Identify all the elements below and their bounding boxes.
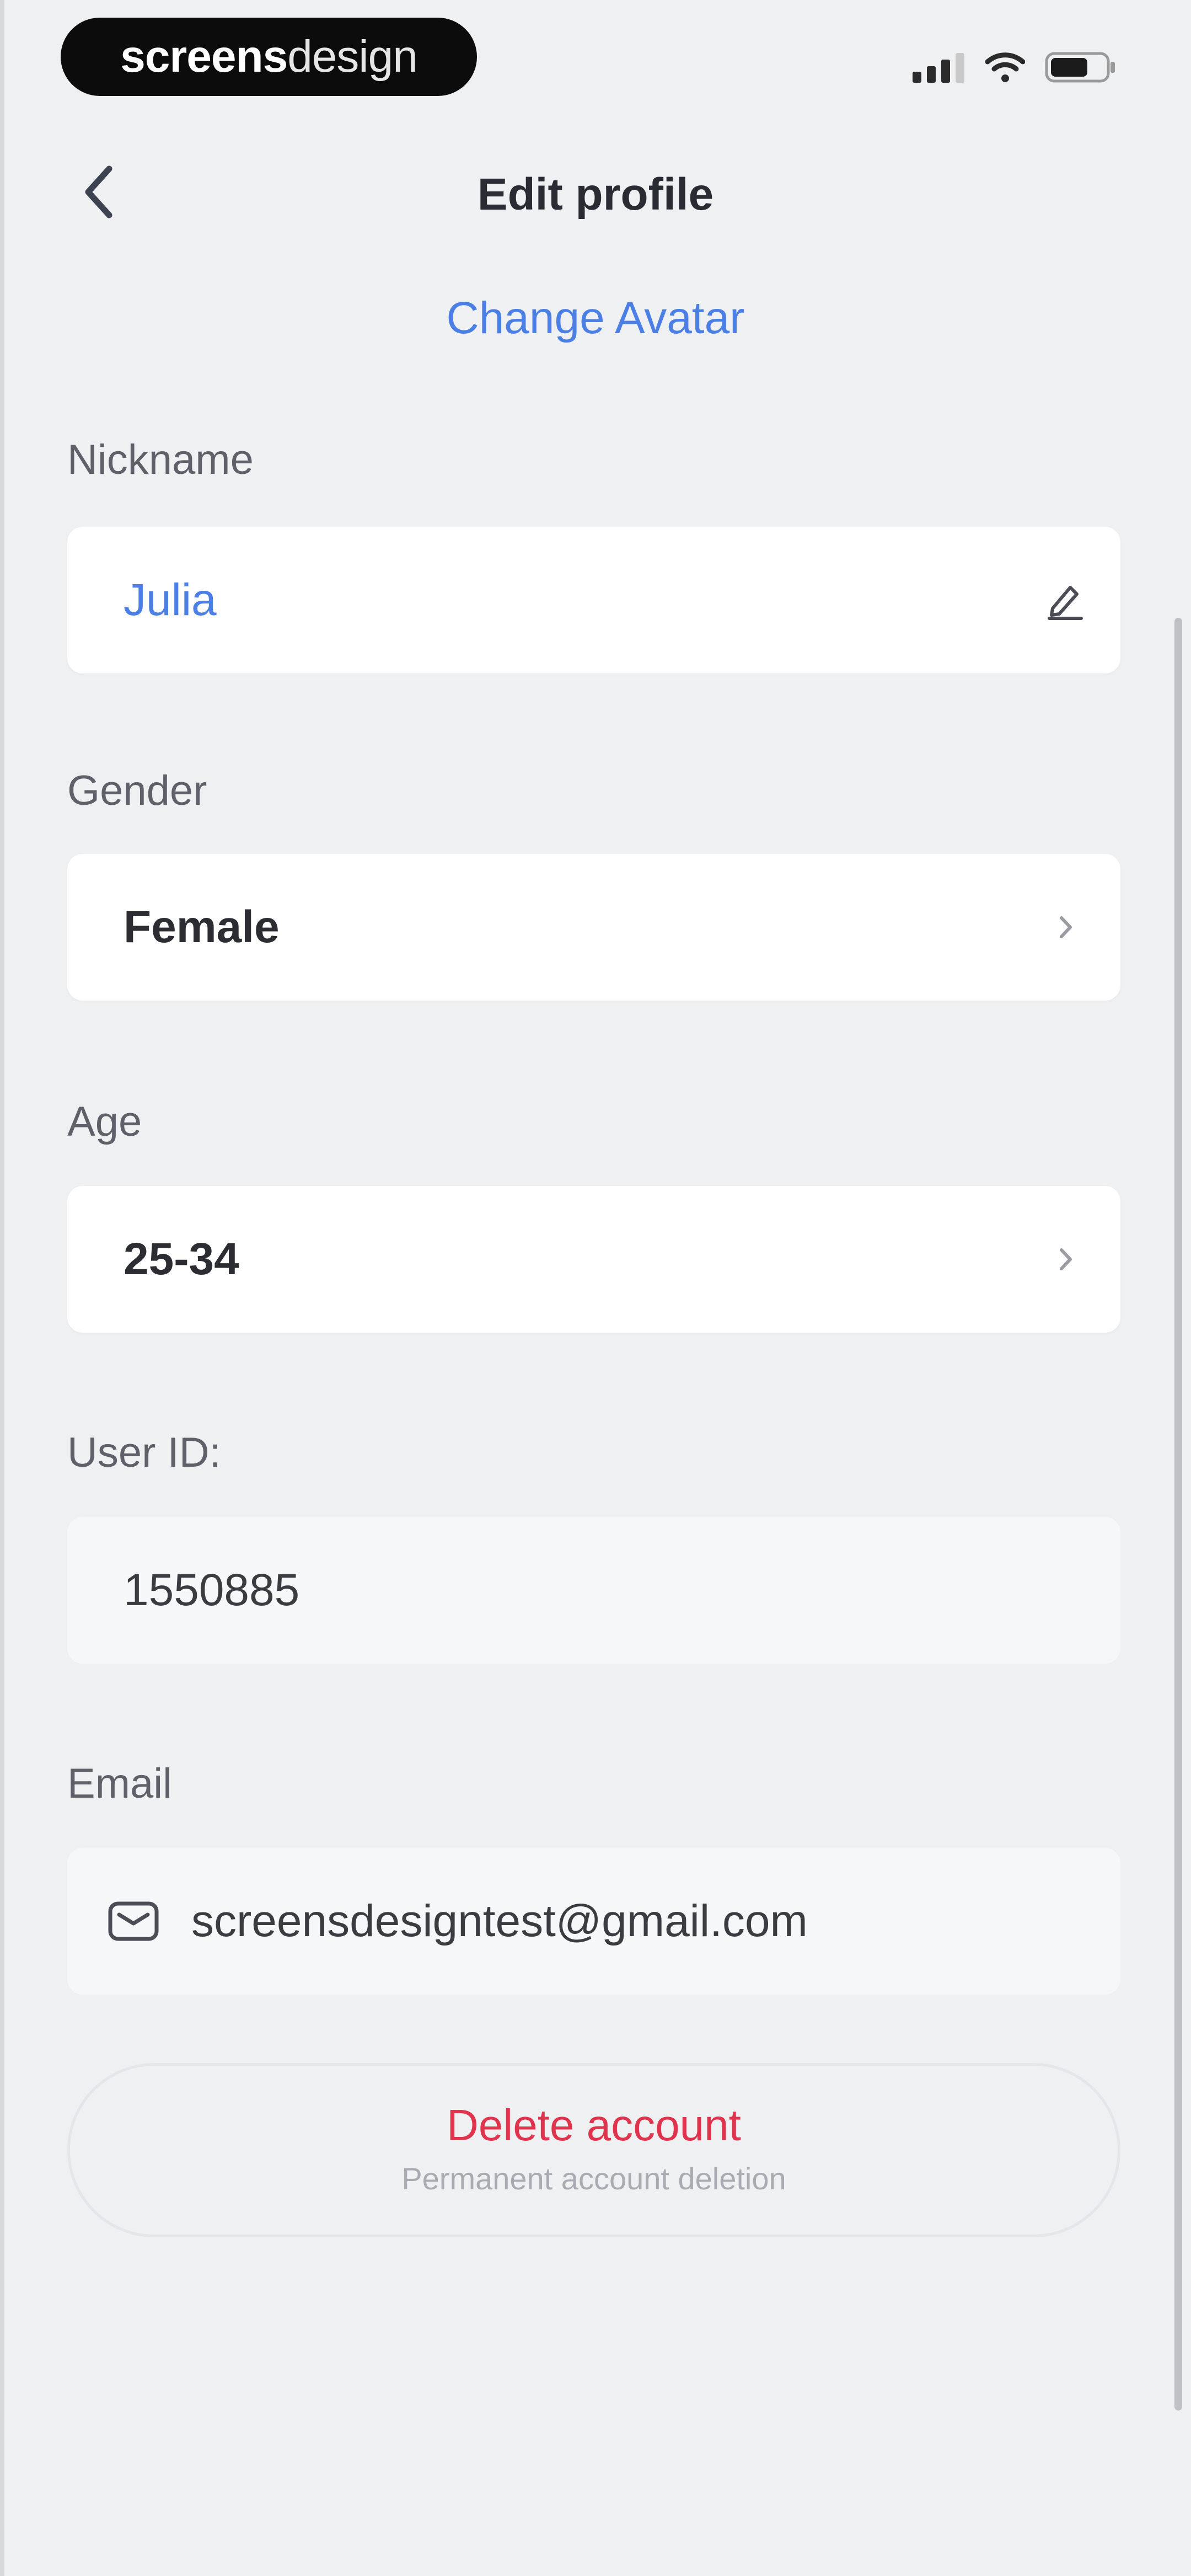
nav-bar: Edit profile bbox=[0, 149, 1191, 237]
brand-logo-bold: screens bbox=[120, 31, 288, 82]
delete-account-subtitle: Permanent account deletion bbox=[401, 2161, 786, 2196]
mail-icon bbox=[106, 1894, 161, 1949]
age-label: Age bbox=[67, 1098, 142, 1145]
nickname-label: Nickname bbox=[67, 436, 254, 483]
age-chevron bbox=[1043, 1237, 1087, 1281]
email-label: Email bbox=[67, 1760, 173, 1807]
user-id-value: 1550885 bbox=[124, 1565, 300, 1615]
gender-value: Female bbox=[124, 902, 280, 952]
user-id-field: 1550885 bbox=[67, 1517, 1120, 1664]
nickname-value: Julia bbox=[124, 575, 217, 625]
edit-pencil-icon bbox=[1048, 586, 1083, 620]
brand-logo: screens design bbox=[61, 18, 477, 96]
edit-profile-screen: screens design Edit profile Change Avata… bbox=[0, 0, 1191, 2576]
delete-account-title: Delete account bbox=[447, 2101, 741, 2150]
user-id-label: User ID: bbox=[67, 1429, 221, 1476]
nickname-edit-button[interactable] bbox=[1043, 578, 1087, 622]
change-avatar-link[interactable]: Change Avatar bbox=[0, 292, 1191, 344]
wifi-icon bbox=[985, 52, 1025, 82]
signal-icon bbox=[913, 53, 964, 83]
status-bar: screens design bbox=[0, 0, 1191, 110]
status-icons bbox=[913, 51, 1117, 84]
email-field: screensdesigntest@gmail.com bbox=[67, 1848, 1120, 1995]
chevron-right-icon bbox=[1060, 916, 1072, 938]
age-value: 25-34 bbox=[124, 1234, 239, 1284]
age-select[interactable]: 25-34 bbox=[67, 1186, 1120, 1333]
scrollbar[interactable] bbox=[1174, 618, 1182, 2411]
chevron-right-icon bbox=[1060, 1248, 1072, 1270]
brand-logo-light: design bbox=[287, 31, 418, 82]
battery-icon bbox=[1045, 52, 1115, 83]
gender-label: Gender bbox=[67, 767, 207, 814]
email-value: screensdesigntest@gmail.com bbox=[191, 1896, 808, 1946]
delete-account-button[interactable]: Delete account Permanent account deletio… bbox=[67, 2063, 1120, 2237]
gender-chevron bbox=[1043, 905, 1087, 949]
gender-select[interactable]: Female bbox=[67, 854, 1120, 1001]
screen-edge bbox=[0, 0, 4, 2576]
nickname-field[interactable]: Julia bbox=[67, 527, 1120, 674]
page-title: Edit profile bbox=[477, 169, 714, 220]
